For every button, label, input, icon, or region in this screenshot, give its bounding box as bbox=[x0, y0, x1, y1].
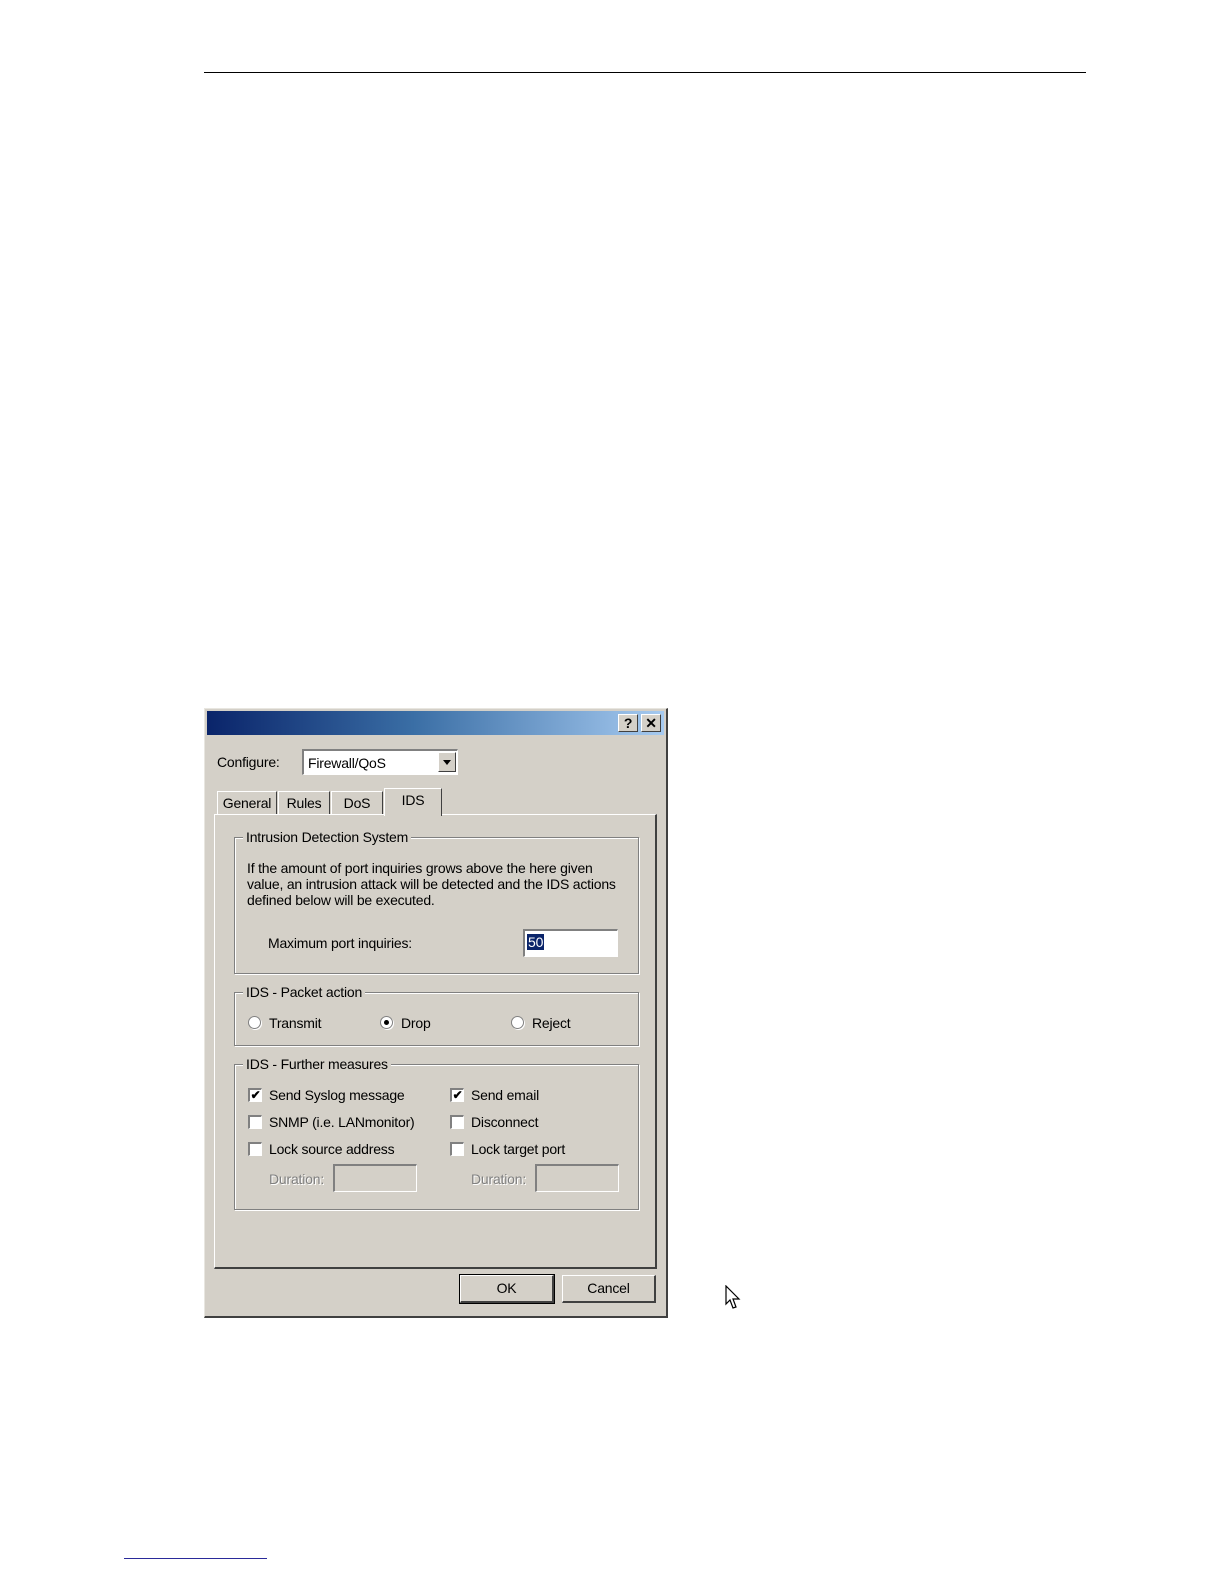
close-button[interactable]: ✕ bbox=[641, 714, 661, 732]
checkbox-lock-source[interactable] bbox=[248, 1142, 262, 1156]
checkbox-send-syslog[interactable]: ✔ bbox=[248, 1088, 262, 1102]
mouse-cursor-icon bbox=[725, 1285, 741, 1309]
radio-transmit-label: Transmit bbox=[269, 1015, 322, 1031]
configure-select-value: Firewall/QoS bbox=[308, 755, 386, 771]
radio-reject[interactable] bbox=[511, 1016, 524, 1029]
configure-label: Configure: bbox=[217, 754, 280, 770]
lock-target-label: Lock target port bbox=[471, 1141, 566, 1157]
snmp-label: SNMP (i.e. LANmonitor) bbox=[269, 1114, 415, 1130]
tab-ids[interactable]: IDS bbox=[384, 788, 442, 816]
source-duration-input[interactable] bbox=[333, 1164, 417, 1192]
tab-general[interactable]: General bbox=[217, 791, 277, 815]
packet-action-group: IDS - Packet action Transmit Drop Reject bbox=[234, 984, 639, 1046]
firewall-config-dialog: ? ✕ Configure: Firewall/QoS General Rule… bbox=[204, 708, 741, 1318]
ids-description: If the amount of port inquiries grows ab… bbox=[247, 860, 616, 908]
radio-reject-label: Reject bbox=[532, 1015, 571, 1031]
radio-transmit[interactable] bbox=[248, 1016, 261, 1029]
packet-action-legend: IDS - Packet action bbox=[243, 984, 366, 1000]
radio-drop-label: Drop bbox=[401, 1015, 431, 1031]
title-bar: ? ✕ bbox=[207, 711, 664, 735]
lock-source-label: Lock source address bbox=[269, 1141, 395, 1157]
max-port-inquiries-value: 50 bbox=[527, 934, 545, 950]
ids-group: Intrusion Detection System If the amount… bbox=[234, 829, 639, 974]
configure-select[interactable]: Firewall/QoS bbox=[302, 749, 458, 775]
max-port-inquiries-input[interactable]: 50 bbox=[523, 929, 618, 957]
help-button[interactable]: ? bbox=[618, 714, 638, 732]
checkbox-snmp[interactable] bbox=[248, 1115, 262, 1129]
checkbox-lock-target[interactable] bbox=[450, 1142, 464, 1156]
page-header-rule bbox=[204, 72, 1086, 73]
checkbox-disconnect[interactable] bbox=[450, 1115, 464, 1129]
ok-button[interactable]: OK bbox=[459, 1274, 555, 1304]
cancel-button[interactable]: Cancel bbox=[562, 1275, 656, 1303]
radio-drop[interactable] bbox=[380, 1016, 393, 1029]
further-measures-legend: IDS - Further measures bbox=[243, 1056, 391, 1072]
checkbox-send-email[interactable]: ✔ bbox=[450, 1088, 464, 1102]
page-footer-rule bbox=[124, 1558, 267, 1559]
send-email-label: Send email bbox=[471, 1087, 540, 1103]
target-duration-label: Duration: bbox=[471, 1171, 527, 1187]
tab-rules[interactable]: Rules bbox=[278, 791, 330, 815]
tab-dos[interactable]: DoS bbox=[331, 791, 383, 815]
further-measures-group: IDS - Further measures ✔ Send Syslog mes… bbox=[234, 1056, 639, 1210]
disconnect-label: Disconnect bbox=[471, 1114, 539, 1130]
max-port-inquiries-label: Maximum port inquiries: bbox=[268, 935, 412, 951]
ids-tab-panel: Intrusion Detection System If the amount… bbox=[214, 814, 657, 1269]
chevron-down-icon[interactable] bbox=[438, 752, 456, 772]
send-syslog-label: Send Syslog message bbox=[269, 1087, 405, 1103]
ids-group-legend: Intrusion Detection System bbox=[243, 829, 412, 845]
source-duration-label: Duration: bbox=[269, 1171, 325, 1187]
target-duration-input[interactable] bbox=[535, 1164, 619, 1192]
